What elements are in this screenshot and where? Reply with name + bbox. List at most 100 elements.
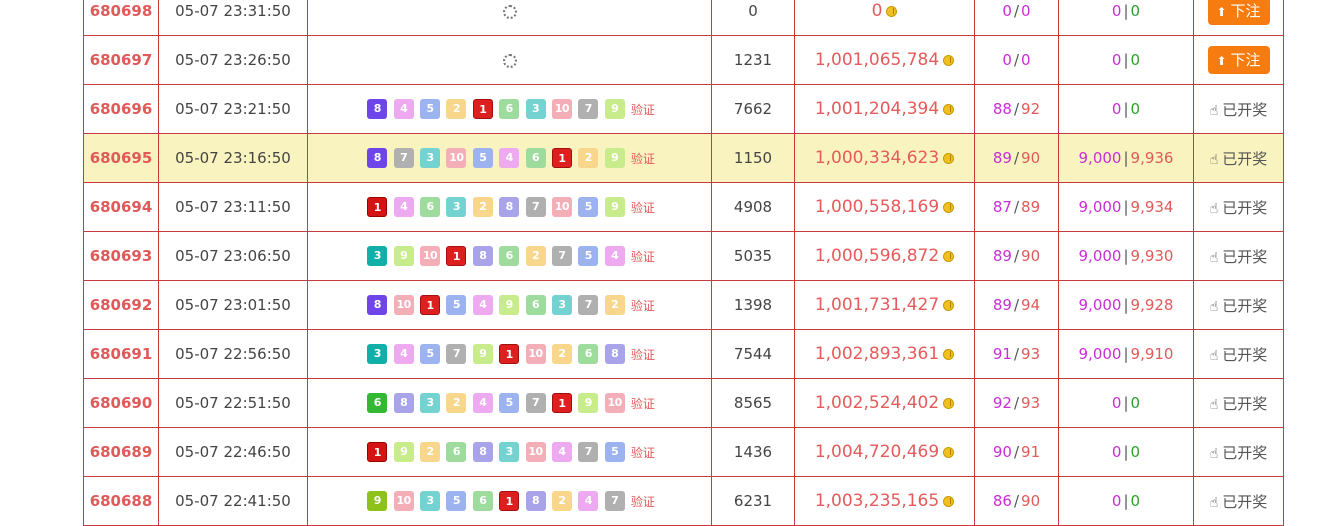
winner-count: 0 [1002,2,1012,20]
amount-separator: | [1123,296,1129,314]
drawn-status: ☝ 已开奖 [1210,150,1268,168]
bet-count: 0 [711,0,795,36]
result-ball: 8 [367,295,388,315]
drawn-status: ☝ 已开奖 [1210,493,1268,511]
winner-count: 87 [992,198,1012,216]
hand-pointer-icon: ☝ [1209,249,1219,266]
row-action: ☝ 已开奖 [1193,427,1284,477]
bet-count: 4908 [711,182,795,232]
issue-number[interactable]: 680689 [83,427,159,477]
winner-count: 89 [992,296,1012,314]
row-action: ☝ 已开奖 [1193,231,1284,281]
my-bet-amount: 0 [1111,443,1122,461]
issue-number[interactable]: 680694 [83,182,159,232]
issue-number[interactable]: 680688 [83,476,159,526]
issue-number[interactable]: 680696 [83,84,159,134]
result-ball: 5 [604,442,625,462]
result-ball: 6 [578,344,599,364]
result-ball: 1 [367,197,388,217]
result-ball: 10 [420,246,441,266]
prize-pool: 1,002,893,361 [794,329,975,379]
winner-ratio: 0/0 [974,35,1059,85]
result-ball: 2 [420,442,441,462]
issue-number[interactable]: 680697 [83,35,159,85]
my-bet-amount: 9,000 [1078,149,1122,167]
my-bet-amount: 9,000 [1078,296,1122,314]
result-ball: 7 [578,295,599,315]
ratio-separator: / [1013,51,1020,69]
prize-pool-value: 1,003,235,165 [814,491,940,511]
draw-result: 8 4 5 2 1 6 3 10 7 9 验证 [307,84,712,134]
verify-link[interactable]: 验证 [631,250,655,264]
result-ball: 7 [393,148,414,168]
amount-separator: | [1123,100,1129,118]
hand-pointer-icon: ☝ [1209,347,1219,364]
amount-separator: | [1123,198,1129,216]
row-action: ☝ 已开奖 [1193,280,1284,330]
issue-number[interactable]: 680690 [83,378,159,428]
prize-pool: 1,001,065,784 [794,35,975,85]
hand-pointer-icon: ☝ [1209,102,1219,119]
issue-number[interactable]: 680698 [83,0,159,36]
row-action: ☝ 已开奖 [1193,133,1284,183]
bet-button-label: 下注 [1230,2,1261,20]
drawn-status-label: 已开奖 [1222,443,1268,462]
row-action: ☝ 已开奖 [1193,182,1284,232]
winner-count: 91 [992,345,1012,363]
draw-time: 05-07 22:51:50 [158,378,308,428]
issue-number[interactable]: 680693 [83,231,159,281]
hand-pointer-icon: ☝ [1209,200,1219,217]
result-ball: 9 [393,246,414,266]
winner-count: 89 [992,149,1012,167]
table-row: 680689 05-07 22:46:50 1 9 2 6 8 3 10 4 7 5 验证 1436 1,0… [83,427,1284,477]
draw-result [307,35,712,85]
result-ball: 10 [393,295,414,315]
result-ball: 3 [367,246,388,266]
result-ball: 1 [446,246,467,266]
winner-ratio: 86/90 [974,476,1059,526]
result-ball: 9 [393,442,414,462]
verify-link[interactable]: 验证 [631,299,655,313]
hand-pointer-icon: ☝ [1209,151,1219,168]
row-action: ☝ 已开奖 [1193,329,1284,379]
result-ball: 5 [499,393,520,413]
issue-number[interactable]: 680692 [83,280,159,330]
result-ball: 9 [367,491,388,511]
drawn-status-label: 已开奖 [1222,394,1268,413]
prize-pool-value: 1,001,204,394 [814,99,940,119]
draw-result: 3 4 5 7 9 1 10 2 6 8 验证 [307,329,712,379]
table-row: 680692 05-07 23:01:50 8 10 1 5 4 9 6 3 7 2 验证 1398 1,0… [83,280,1284,330]
winner-count: 92 [992,394,1012,412]
result-ball: 7 [525,393,546,413]
verify-link[interactable]: 验证 [631,446,655,460]
my-bet-amount: 0 [1111,492,1122,510]
prize-pool-value: 1,001,731,427 [814,295,940,315]
prize-pool-value: 0 [871,1,883,21]
result-ball: 8 [367,148,388,168]
verify-link[interactable]: 验证 [631,201,655,215]
winner-ratio: 87/89 [974,182,1059,232]
table-row: 680688 05-07 22:41:50 9 10 3 5 6 1 8 2 4 7 验证 6231 1,0… [83,476,1284,526]
draw-time: 05-07 22:46:50 [158,427,308,477]
drawn-status: ☝ 已开奖 [1210,444,1268,462]
drawn-status-label: 已开奖 [1222,296,1268,315]
row-action: ⬆ 下注 [1193,0,1284,36]
issue-number[interactable]: 680691 [83,329,159,379]
winner-ratio: 90/91 [974,427,1059,477]
my-win-amount: 9,934 [1130,198,1174,216]
bet-count: 7662 [711,84,795,134]
verify-link[interactable]: 验证 [631,348,655,362]
verify-link[interactable]: 验证 [631,103,655,117]
result-ball: 4 [393,344,414,364]
verify-link[interactable]: 验证 [631,495,655,509]
bet-button[interactable]: ⬆ 下注 [1207,46,1270,74]
bet-button[interactable]: ⬆ 下注 [1207,0,1270,25]
winner-count: 0 [1002,51,1012,69]
draw-time: 05-07 22:41:50 [158,476,308,526]
verify-link[interactable]: 验证 [631,152,655,166]
verify-link[interactable]: 验证 [631,397,655,411]
ratio-separator: / [1013,198,1020,216]
ratio-separator: / [1013,296,1020,314]
issue-number[interactable]: 680695 [83,133,159,183]
total-count: 89 [1021,198,1041,216]
